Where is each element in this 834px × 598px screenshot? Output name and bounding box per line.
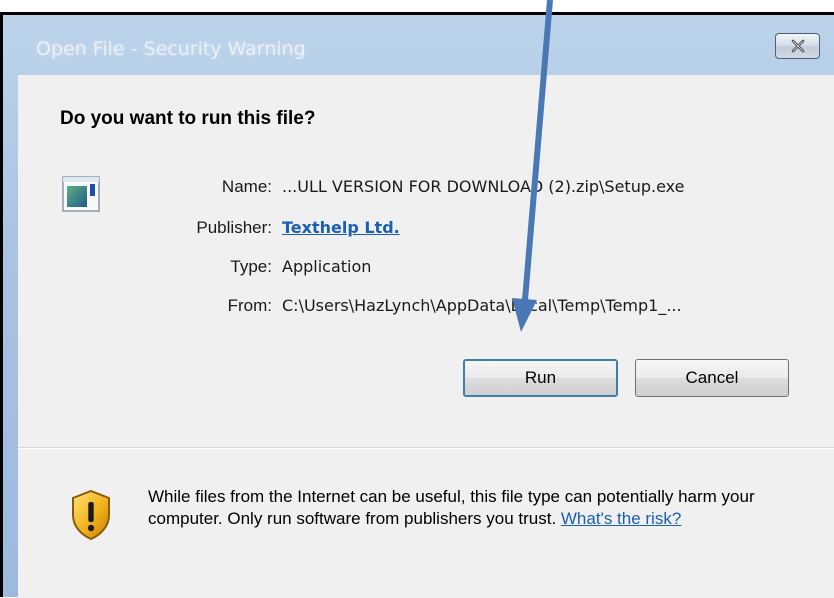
file-info-panel: Do you want to run this file? Name: ...U… bbox=[18, 75, 834, 447]
application-icon bbox=[62, 176, 100, 212]
warning-panel: While files from the Internet can be use… bbox=[18, 448, 834, 598]
warning-message: While files from the Internet can be use… bbox=[148, 486, 808, 530]
dialog-body: Do you want to run this file? Name: ...U… bbox=[18, 75, 834, 598]
shield-warning-icon bbox=[72, 489, 110, 541]
close-button[interactable] bbox=[775, 33, 820, 59]
whats-the-risk-link[interactable]: What's the risk? bbox=[561, 509, 681, 528]
window-title: Open File - Security Warning bbox=[36, 38, 306, 60]
cancel-button[interactable]: Cancel bbox=[635, 359, 789, 397]
publisher-value-container: Texthelp Ltd. bbox=[282, 218, 400, 237]
dialog-question: Do you want to run this file? bbox=[60, 108, 316, 129]
close-icon bbox=[791, 39, 804, 53]
from-label: From: bbox=[227, 296, 272, 315]
name-label: Name: bbox=[221, 177, 272, 196]
type-label: Type: bbox=[230, 257, 272, 276]
publisher-link[interactable]: Texthelp Ltd. bbox=[282, 218, 400, 237]
type-value: Application bbox=[282, 257, 372, 276]
from-value: C:\Users\HazLynch\AppData\Local\Temp\Tem… bbox=[282, 296, 682, 315]
publisher-label: Publisher: bbox=[196, 218, 272, 237]
run-button[interactable]: Run bbox=[463, 359, 618, 397]
name-value: ...ULL VERSION FOR DOWNLOAD (2).zip\Setu… bbox=[282, 177, 685, 196]
